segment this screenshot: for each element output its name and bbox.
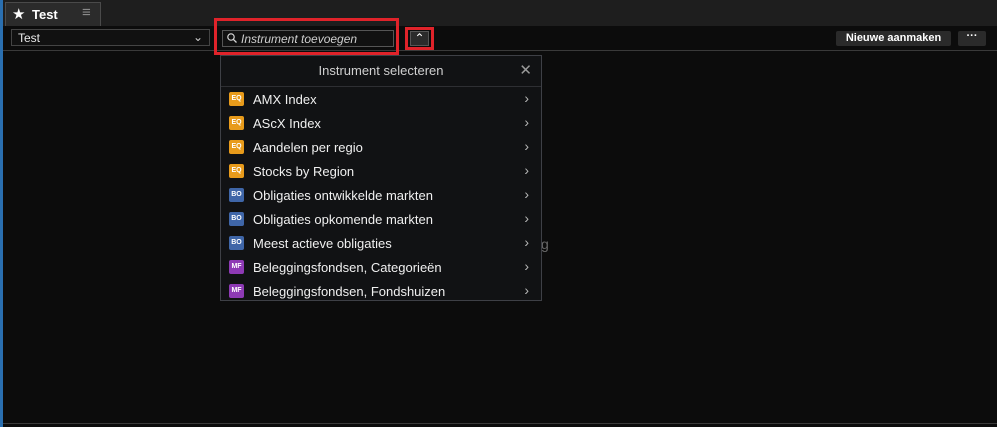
search-icon bbox=[227, 33, 237, 43]
list-item[interactable]: MF Beleggingsfondsen, Categorieën › bbox=[221, 255, 541, 279]
tab-test[interactable]: ★ Test ≡ bbox=[5, 2, 101, 26]
badge-bo: BO bbox=[229, 188, 244, 202]
list-item-label: Meest actieve obligaties bbox=[253, 236, 392, 251]
new-button[interactable]: Nieuwe aanmaken bbox=[836, 31, 951, 46]
chevron-right-icon: › bbox=[524, 234, 529, 250]
badge-eq: EQ bbox=[229, 116, 244, 130]
tab-bar: ★ Test ≡ bbox=[3, 0, 997, 27]
instrument-dropdown: Instrument selecteren ✕ EQ AMX Index › E… bbox=[220, 55, 542, 301]
list-item-label: Beleggingsfondsen, Fondshuizen bbox=[253, 284, 446, 299]
close-icon[interactable]: ✕ bbox=[519, 61, 532, 79]
badge-mf: MF bbox=[229, 260, 244, 274]
badge-eq: EQ bbox=[229, 92, 244, 106]
badge-eq: EQ bbox=[229, 164, 244, 178]
tab-title: Test bbox=[32, 7, 58, 22]
badge-eq: EQ bbox=[229, 140, 244, 154]
list-item[interactable]: EQ Stocks by Region › bbox=[221, 159, 541, 183]
list-item-label: Obligaties opkomende markten bbox=[253, 212, 433, 227]
hamburger-icon[interactable]: ≡ bbox=[82, 4, 91, 21]
chevron-right-icon: › bbox=[524, 138, 529, 154]
chevron-right-icon: › bbox=[524, 162, 529, 178]
list-item-label: AMX Index bbox=[253, 92, 317, 107]
more-options-button[interactable]: ··· bbox=[958, 31, 986, 46]
collapse-button[interactable]: ⌃ bbox=[410, 31, 429, 46]
list-item[interactable]: BO Obligaties opkomende markten › bbox=[221, 207, 541, 231]
badge-mf: MF bbox=[229, 284, 244, 298]
badge-bo: BO bbox=[229, 236, 244, 250]
list-item-label: AScX Index bbox=[253, 116, 321, 131]
panel-bottom-border bbox=[3, 423, 997, 424]
chevron-right-icon: › bbox=[524, 90, 529, 106]
chevron-right-icon: › bbox=[524, 114, 529, 130]
chevron-down-icon: ⌄ bbox=[192, 30, 203, 44]
list-item[interactable]: EQ AMX Index › bbox=[221, 87, 541, 111]
list-item-label: Stocks by Region bbox=[253, 164, 355, 179]
search-placeholder: Instrument toevoegen bbox=[241, 32, 358, 46]
list-item-label: Obligaties ontwikkelde markten bbox=[253, 188, 433, 203]
list-item[interactable]: MF Beleggingsfondsen, Fondshuizen › bbox=[221, 279, 541, 303]
list-item[interactable]: EQ AScX Index › bbox=[221, 111, 541, 135]
chevron-right-icon: › bbox=[524, 282, 529, 298]
star-icon: ★ bbox=[12, 6, 26, 23]
instrument-search-input[interactable]: Instrument toevoegen bbox=[222, 30, 394, 47]
chevron-right-icon: › bbox=[524, 258, 529, 274]
list-item-label: Aandelen per regio bbox=[253, 140, 363, 155]
list-item[interactable]: BO Meest actieve obligaties › bbox=[221, 231, 541, 255]
chevron-right-icon: › bbox=[524, 186, 529, 202]
list-item[interactable]: EQ Aandelen per regio › bbox=[221, 135, 541, 159]
list-select-value: Test bbox=[18, 31, 41, 45]
badge-bo: BO bbox=[229, 212, 244, 226]
list-select[interactable]: Test ⌄ bbox=[11, 29, 210, 46]
background-text: g bbox=[541, 236, 549, 252]
list-item[interactable]: BO Obligaties ontwikkelde markten › bbox=[221, 183, 541, 207]
chevron-right-icon: › bbox=[524, 210, 529, 226]
list-item-label: Beleggingsfondsen, Categorieën bbox=[253, 260, 442, 275]
dropdown-title: Instrument selecteren bbox=[318, 63, 444, 78]
dropdown-header: Instrument selecteren ✕ bbox=[221, 56, 541, 87]
chevron-up-icon: ⌃ bbox=[414, 31, 425, 45]
